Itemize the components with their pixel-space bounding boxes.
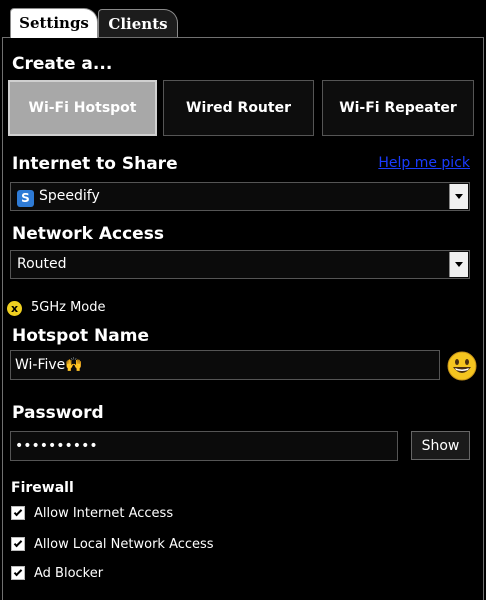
password-heading: Password <box>12 403 104 423</box>
show-password-button[interactable]: Show <box>411 431 470 460</box>
tab-clients[interactable]: Clients <box>98 9 178 37</box>
password-input[interactable] <box>10 431 398 461</box>
allow-internet-access-checkbox[interactable] <box>11 506 25 520</box>
internet-to-share-heading: Internet to Share <box>12 154 178 174</box>
help-me-pick-link[interactable]: Help me pick <box>378 155 470 171</box>
ad-blocker-label: Ad Blocker <box>34 566 104 581</box>
chevron-down-icon[interactable] <box>449 252 468 277</box>
wifi-repeater-button[interactable]: Wi-Fi Repeater <box>322 80 474 136</box>
create-heading: Create a... <box>12 54 113 74</box>
check-icon <box>13 538 23 548</box>
internet-source-value: Speedify <box>39 188 100 204</box>
allow-local-network-access-label: Allow Local Network Access <box>34 537 214 552</box>
chevron-down-icon[interactable] <box>449 184 468 209</box>
check-icon <box>13 567 23 577</box>
fiveghz-mode-label: 5GHz Mode <box>31 300 106 315</box>
speedify-icon: S <box>17 190 34 207</box>
ad-blocker-checkbox[interactable] <box>11 566 25 580</box>
wired-router-button[interactable]: Wired Router <box>163 80 314 136</box>
tab-bar: Settings Clients <box>0 0 486 38</box>
network-access-value: Routed <box>17 256 67 272</box>
tab-settings[interactable]: Settings <box>10 8 98 38</box>
network-access-select[interactable]: Routed <box>10 250 470 279</box>
wifi-hotspot-button[interactable]: Wi-Fi Hotspot <box>8 80 157 136</box>
firewall-heading: Firewall <box>11 480 74 496</box>
internet-source-select[interactable]: S Speedify <box>10 182 470 211</box>
allow-local-network-access-checkbox[interactable] <box>11 537 25 551</box>
emoji-picker-icon[interactable] <box>446 350 478 382</box>
fiveghz-toggle-off-icon[interactable]: x <box>7 301 22 316</box>
check-icon <box>13 507 23 517</box>
hotspot-name-heading: Hotspot Name <box>12 326 149 346</box>
allow-internet-access-label: Allow Internet Access <box>34 506 174 521</box>
network-access-heading: Network Access <box>12 224 164 244</box>
hotspot-name-input[interactable] <box>10 350 440 380</box>
